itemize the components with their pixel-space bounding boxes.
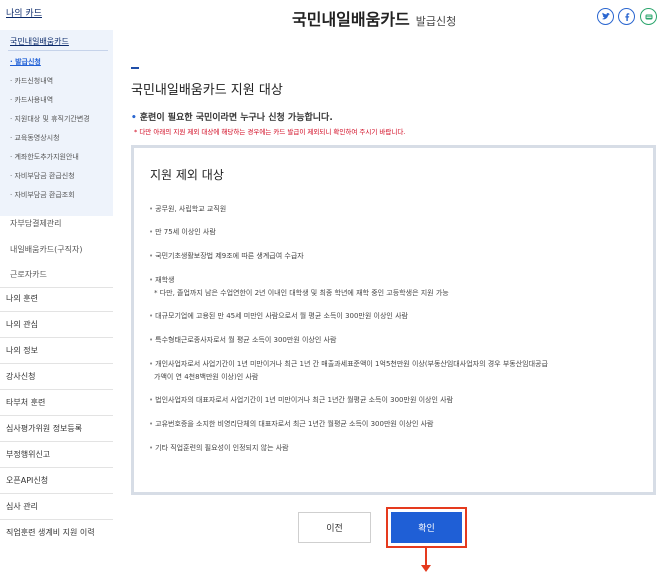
sidebar-divider	[0, 467, 113, 468]
intro-text-content: 훈련이 필요한 국민이라면 누구나 신청 가능합니다.	[139, 113, 333, 123]
sidebar-item-self-payment[interactable]: 자부담결제관리	[10, 218, 62, 229]
sidebar-subitem-limit-info[interactable]: · 계좌한도추가지원안내	[10, 152, 79, 162]
bullet: •	[149, 396, 154, 404]
exclusion-item: • 개인사업자로서 사업기간이 1년 미만이거나 최근 1년 간 매출과세표준액이…	[149, 359, 548, 369]
sidebar-subitem-apply[interactable]: · 발급신청	[10, 57, 41, 67]
sidebar-divider	[0, 363, 113, 364]
sidebar-divider	[0, 441, 113, 442]
arrow-down-icon	[421, 565, 431, 572]
sidebar-divider	[0, 415, 113, 416]
sidebar-item-fraud-report[interactable]: 부정행위신고	[6, 449, 50, 460]
heading-accent	[131, 67, 139, 69]
sidebar-subitem-card-history[interactable]: · 카드신청내역	[10, 76, 53, 86]
intro-bullet: •	[131, 113, 137, 123]
sidebar-subitem-refund-inquiry[interactable]: · 자비부담금 환급조회	[10, 190, 75, 200]
exclusion-box: 지원 제외 대상 • 공무원, 사립학교 교직원 • 만 75세 이상인 사람 • 국…	[131, 145, 656, 495]
exclusion-item-text: 공무원, 사립학교 교직원	[155, 205, 227, 213]
sidebar-item-reviewer-registration[interactable]: 심사평가위원 정보등록	[6, 423, 82, 434]
exclusion-item: • 재학생	[149, 275, 174, 285]
sidebar-divider	[0, 287, 113, 288]
facebook-icon[interactable]	[618, 8, 635, 25]
sidebar-item-my-training[interactable]: 나의 훈련	[6, 293, 38, 304]
prev-button[interactable]: 이전	[298, 512, 371, 543]
exclusion-item: • 법인사업자의 대표자로서 사업기간이 1년 미만이거나 최근 1년간 월평균 …	[149, 395, 453, 405]
intro-text: • 훈련이 필요한 국민이라면 누구나 신청 가능합니다.	[131, 110, 333, 123]
sidebar-item-open-api[interactable]: 오픈API신청	[6, 475, 48, 486]
exclusion-item-text: 법인사업자의 대표자로서 사업기간이 1년 미만이거나 최근 1년간 월평균 소…	[155, 396, 454, 404]
bullet: •	[149, 444, 154, 452]
exclusion-item: • 공무원, 사립학교 교직원	[149, 204, 226, 214]
sidebar-top-link[interactable]: 나의 카드	[6, 6, 42, 19]
sidebar-divider	[8, 50, 108, 51]
exclusion-item: • 고유번호증을 소지한 비영리단체의 대표자로서 최근 1년간 월평균 소득이 …	[149, 419, 434, 429]
section-heading: 국민내일배움카드 지원 대상	[131, 83, 283, 98]
sidebar-item-living-cost-history[interactable]: 직업훈련 생계비 지원 이력	[6, 527, 95, 538]
bullet: •	[149, 360, 154, 368]
exclusion-subitem: 가액이 연 4천8백만원 이상)인 사람	[154, 373, 259, 381]
bullet: •	[149, 205, 154, 213]
notice-text: * 다만 아래의 지원 제외 대상에 해당하는 경우에는 카드 발급이 제외되니…	[134, 128, 406, 136]
exclusion-item-text: 고유번호증을 소지한 비영리단체의 대표자로서 최근 1년간 월평균 소득이 3…	[155, 420, 434, 428]
bullet: •	[149, 312, 154, 320]
sidebar-item-my-info[interactable]: 나의 정보	[6, 345, 38, 356]
sidebar-subitem-eligibility-change[interactable]: · 지원대상 및 휴직기간변경	[10, 114, 90, 124]
exclusion-item: • 국민기초생활보장법 제9조에 따른 생계급여 수급자	[149, 251, 304, 261]
sidebar-item-other-ministry-training[interactable]: 타부처 훈련	[6, 397, 45, 408]
page-subtitle: 발급신청	[415, 15, 457, 28]
sidebar-item-my-interest[interactable]: 나의 관심	[6, 319, 38, 330]
sidebar-item-jobseeker-card[interactable]: 내일배움카드(구직자)	[10, 244, 82, 255]
sidebar-item-worker-card[interactable]: 근로자카드	[10, 269, 47, 280]
exclusion-item-text: 개인사업자로서 사업기간이 1년 미만이거나 최근 1년 간 매출과세표준액이 …	[155, 360, 548, 368]
twitter-icon[interactable]	[597, 8, 614, 25]
sidebar-divider	[0, 389, 113, 390]
exclusion-item-text: 국민기초생활보장법 제9조에 따른 생계급여 수급자	[155, 252, 304, 260]
sidebar: 나의 카드 국민내일배움카드 · 발급신청 · 카드신청내역 · 카드사용내역 …	[0, 0, 120, 576]
sidebar-divider	[0, 311, 113, 312]
arrow-indicator-line	[425, 548, 427, 566]
kakao-icon[interactable]	[640, 8, 657, 25]
sidebar-item-review-management[interactable]: 심사 관리	[6, 501, 38, 512]
confirm-button[interactable]: 확인	[391, 512, 462, 543]
sidebar-subitem-education-video[interactable]: · 교육동영상시청	[10, 133, 60, 143]
bullet: •	[149, 228, 154, 236]
exclusion-subitem: * 다만, 졸업까지 남은 수업연한이 2년 이내인 대학생 및 최종 학년에 …	[154, 289, 449, 297]
exclusion-item-text: 재학생	[155, 276, 175, 284]
bullet: •	[149, 420, 154, 428]
sidebar-subitem-card-usage[interactable]: · 카드사용내역	[10, 95, 53, 105]
exclusion-item: • 만 75세 이상인 사람	[149, 227, 216, 237]
exclusion-item: • 특수형태근로종사자로서 월 평균 소득이 300만원 이상인 사람	[149, 335, 336, 345]
exclusion-item-text: 만 75세 이상인 사람	[155, 228, 216, 236]
exclusion-item-text: 특수형태근로종사자로서 월 평균 소득이 300만원 이상인 사람	[155, 336, 337, 344]
exclusion-item-text: 대규모기업에 고용된 만 45세 미만인 사람으로서 월 평균 소득이 300만…	[155, 312, 408, 320]
sidebar-subitem-refund-apply[interactable]: · 자비부담금 환급신청	[10, 171, 75, 181]
sidebar-submenu: 국민내일배움카드 · 발급신청 · 카드신청내역 · 카드사용내역 · 지원대상…	[0, 30, 113, 216]
page-title: 국민내일배움카드 발급신청	[292, 6, 456, 30]
sidebar-item-instructor-apply[interactable]: 강사신청	[6, 371, 35, 382]
bullet: •	[149, 276, 154, 284]
exclusion-item: • 기타 직업훈련의 필요성이 인정되지 않는 사람	[149, 443, 289, 453]
sidebar-divider	[0, 519, 113, 520]
bullet: •	[149, 336, 154, 344]
page-title-text: 국민내일배움카드	[292, 10, 410, 29]
exclusion-title: 지원 제외 대상	[150, 168, 224, 182]
sidebar-divider	[0, 337, 113, 338]
exclusion-item: • 대규모기업에 고용된 만 45세 미만인 사람으로서 월 평균 소득이 300…	[149, 311, 408, 321]
exclusion-item-text: 기타 직업훈련의 필요성이 인정되지 않는 사람	[155, 444, 289, 452]
bullet: •	[149, 252, 154, 260]
sidebar-submenu-title[interactable]: 국민내일배움카드	[10, 36, 69, 47]
sidebar-divider	[0, 493, 113, 494]
